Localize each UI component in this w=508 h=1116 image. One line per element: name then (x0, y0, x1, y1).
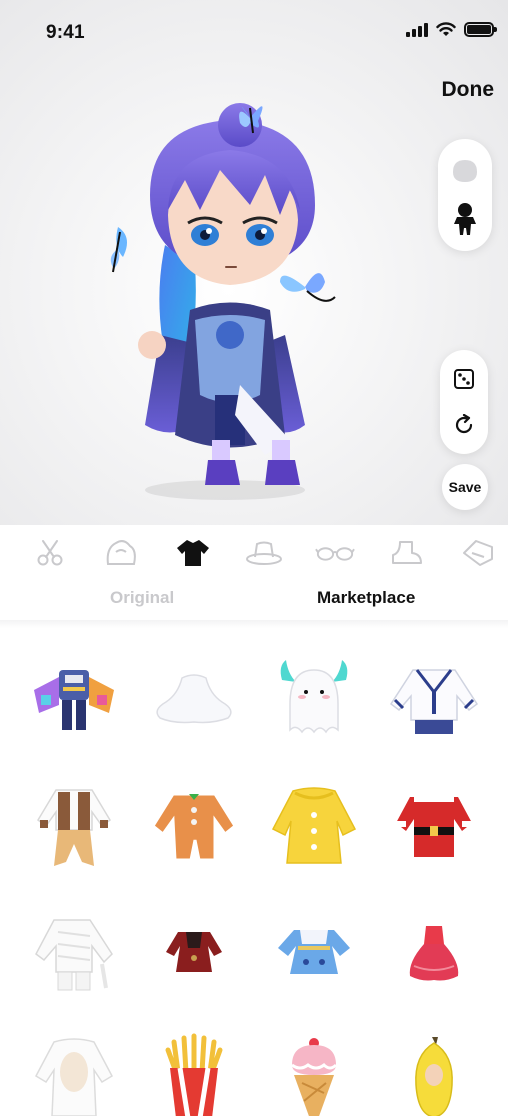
rotate-icon (455, 414, 473, 434)
outfit-white-ghost-sheet[interactable] (144, 640, 244, 760)
tab-original[interactable]: Original (110, 588, 174, 608)
outfit-ice-cream-cone[interactable] (264, 1018, 364, 1116)
category-shoes[interactable] (387, 533, 427, 573)
category-facial-features[interactable] (30, 533, 70, 573)
top-icon (176, 539, 209, 566)
reset-button[interactable] (444, 405, 484, 445)
outfit-banana[interactable] (384, 1018, 484, 1116)
save-button[interactable]: Save (442, 464, 488, 510)
grid-row (0, 640, 508, 760)
outfit-yellow-raincoat[interactable] (264, 766, 364, 886)
outfit-brown-vest[interactable] (24, 766, 124, 886)
wifi-icon (436, 22, 456, 36)
view-toggle (438, 139, 492, 251)
outfit-ghost-blue-flames[interactable] (264, 640, 364, 760)
tag-icon (462, 539, 493, 566)
full-body-view-button[interactable] (445, 199, 485, 239)
avatar-character[interactable] (90, 95, 370, 505)
outfit-sailor-uniform[interactable] (384, 640, 484, 760)
battery-icon (464, 22, 497, 37)
grid-row (0, 766, 508, 886)
dice-icon (454, 369, 474, 389)
grid-row (0, 892, 508, 1012)
outfit-gingerbread-suit[interactable] (144, 766, 244, 886)
glasses-icon (315, 546, 356, 561)
status-time: 9:41 (46, 22, 85, 43)
done-button[interactable]: Done (442, 78, 495, 102)
category-hats[interactable] (244, 533, 284, 573)
outfit-grid (0, 640, 508, 1116)
full-body-icon (454, 203, 476, 235)
scissors-icon (37, 539, 63, 565)
outfit-blue-white-dress[interactable] (264, 892, 364, 1012)
shoe-icon (391, 540, 422, 564)
outfit-red-ruffle-dress[interactable] (384, 892, 484, 1012)
status-bar: 9:41 (0, 0, 508, 64)
divider (0, 620, 508, 628)
hat-icon (245, 541, 282, 565)
category-bar (0, 525, 508, 580)
hair-icon (107, 539, 137, 565)
avatar-stage[interactable]: 9:41 Done Save (0, 0, 508, 525)
tools-panel (440, 350, 488, 454)
category-hair[interactable] (101, 533, 141, 573)
outfit-white-onesie[interactable] (24, 1018, 124, 1116)
outfit-white-mummy[interactable] (24, 892, 124, 1012)
head-icon (453, 160, 477, 182)
category-accessories[interactable] (458, 533, 498, 573)
tab-marketplace[interactable]: Marketplace (317, 588, 415, 608)
cellular-signal-icon (406, 22, 428, 37)
outfit-red-armored-dress[interactable] (144, 892, 244, 1012)
head-view-button[interactable] (445, 151, 485, 191)
outfit-santa-suit[interactable] (384, 766, 484, 886)
grid-row (0, 1018, 508, 1116)
sub-tabs: Original Marketplace (0, 580, 508, 620)
status-icons (406, 22, 497, 37)
category-glasses[interactable] (315, 533, 356, 573)
outfit-colorful-mecha[interactable] (24, 640, 124, 760)
randomize-button[interactable] (444, 359, 484, 399)
outfit-french-fries[interactable] (144, 1018, 244, 1116)
category-tops[interactable] (173, 533, 213, 573)
